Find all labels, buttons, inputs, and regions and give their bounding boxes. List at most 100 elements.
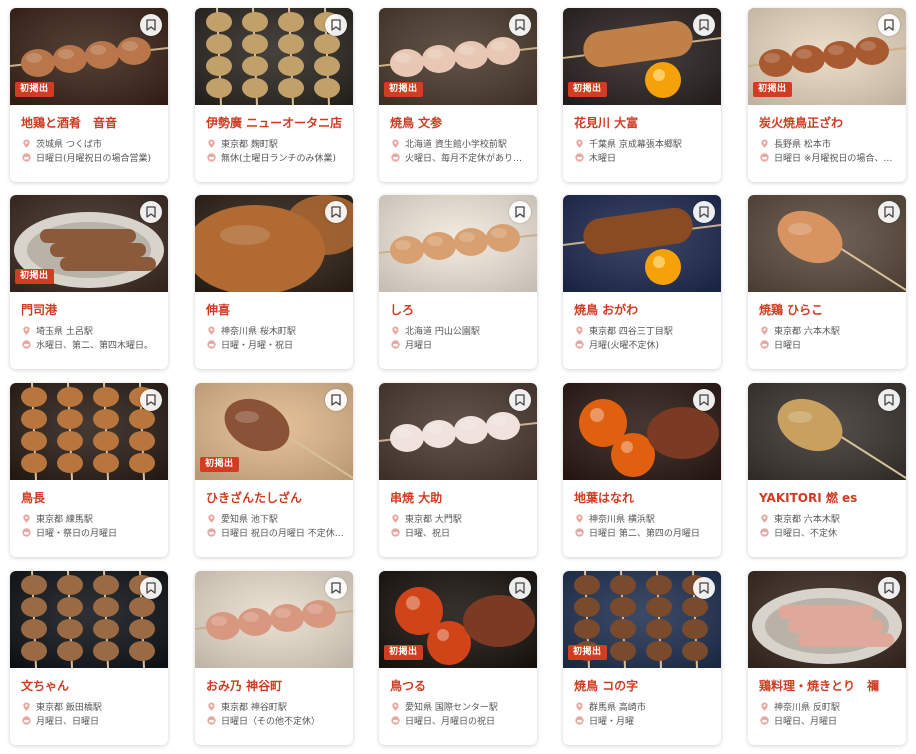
bookmark-icon[interactable] xyxy=(878,14,900,36)
restaurant-name[interactable]: 鳥つる xyxy=(390,679,532,693)
restaurant-location: 東京都 麹町駅 xyxy=(207,139,347,151)
restaurant-name[interactable]: ひきざんたしざん xyxy=(206,491,348,505)
restaurant-card[interactable]: 初掲出 炭火焼鳥正ざわ 長野県 松本市 日曜日 ※月曜祝日の場合、… xyxy=(748,8,906,182)
restaurant-card[interactable]: 地葉はなれ 神奈川県 横浜駅 日曜日 第二、第四の月曜日 xyxy=(563,383,721,557)
new-listing-badge: 初掲出 xyxy=(15,269,54,284)
restaurant-closed-days: 日曜日 ※月曜祝日の場合、… xyxy=(760,153,900,165)
bookmark-icon[interactable] xyxy=(509,14,531,36)
restaurant-card[interactable]: 初掲出 鳥つる 愛知県 国際センター駅 日曜日、月曜日の祝日 xyxy=(379,571,537,745)
bookmark-icon[interactable] xyxy=(693,389,715,411)
closed-days-text: 日曜・月曜 xyxy=(589,717,635,727)
restaurant-card[interactable]: 初掲出 ひきざんたしざん 愛知県 池下駅 日曜日 祝日の月曜日 不定休… xyxy=(195,383,353,557)
restaurant-name[interactable]: 焼鳥 おがわ xyxy=(574,303,716,317)
restaurant-card[interactable]: 焼鶏 ひらこ東京都 六本木駅日曜日 xyxy=(748,195,906,369)
restaurant-name[interactable]: 鶏料理・焼きとり 禰 xyxy=(759,679,901,693)
location-text: 埼玉県 土呂駅 xyxy=(36,327,93,337)
location-pin-icon xyxy=(207,326,216,335)
bookmark-icon[interactable] xyxy=(509,201,531,223)
restaurant-card[interactable]: 焼鳥 おがわ 東京都 四谷三丁目駅 月曜(火曜不定休) xyxy=(563,195,721,369)
restaurant-closed-days: 日曜日 xyxy=(760,340,900,352)
closed-days-text: 日曜日 祝日の月曜日 不定休… xyxy=(221,529,344,539)
restaurant-name[interactable]: 地鶏と酒肴 音音 xyxy=(21,116,163,130)
restaurant-name[interactable]: 門司港 xyxy=(21,303,163,317)
bookmark-icon[interactable] xyxy=(325,577,347,599)
bookmark-icon[interactable] xyxy=(140,577,162,599)
restaurant-name[interactable]: 焼鳥 文参 xyxy=(390,116,532,130)
closed-days-text: 水曜日、第二、第四木曜日。 xyxy=(36,341,154,351)
restaurant-name[interactable]: 鳥長 xyxy=(21,491,163,505)
closed-day-icon xyxy=(391,340,400,349)
bookmark-icon[interactable] xyxy=(325,201,347,223)
restaurant-name[interactable]: 花見川 大富 xyxy=(574,116,716,130)
restaurant-location: 長野県 松本市 xyxy=(760,139,900,151)
restaurant-location: 東京都 飯田橋駅 xyxy=(22,702,162,714)
restaurant-closed-days: 水曜日、第二、第四木曜日。 xyxy=(22,340,162,352)
restaurant-location: 愛知県 池下駅 xyxy=(207,514,347,526)
restaurant-name[interactable]: しろ xyxy=(390,303,532,317)
bookmark-icon[interactable] xyxy=(140,201,162,223)
bookmark-icon[interactable] xyxy=(693,201,715,223)
restaurant-name[interactable]: 焼鳥 コの字 xyxy=(574,679,716,693)
restaurant-card[interactable]: 初掲出 焼鳥 コの字 群馬県 高崎市 日曜・月曜 xyxy=(563,571,721,745)
bookmark-icon[interactable] xyxy=(878,389,900,411)
location-pin-icon xyxy=(391,139,400,148)
closed-days-text: 月曜日、日曜日 xyxy=(36,717,100,727)
restaurant-card[interactable]: おみ乃 神谷町 東京都 神谷町駅 日曜日（その他不定休） xyxy=(195,571,353,745)
restaurant-card[interactable]: 伊勢廣 ニューオータニ店東京都 麹町駅無休(土曜日ランチのみ休業) xyxy=(195,8,353,182)
restaurant-location: 東京都 大門駅 xyxy=(391,514,531,526)
restaurant-card[interactable]: 初掲出門司港埼玉県 土呂駅水曜日、第二、第四木曜日。 xyxy=(10,195,168,369)
bookmark-icon[interactable] xyxy=(878,201,900,223)
closed-day-icon xyxy=(760,153,769,162)
bookmark-icon[interactable] xyxy=(693,577,715,599)
restaurant-card[interactable]: 初掲出 焼鳥 文参 北海道 資生館小学校前駅 火曜日、毎月不定休があり… xyxy=(379,8,537,182)
restaurant-name[interactable]: おみ乃 神谷町 xyxy=(206,679,348,693)
restaurant-card[interactable]: 串焼 大助 東京都 大門駅 日曜、祝日 xyxy=(379,383,537,557)
location-pin-icon xyxy=(760,702,769,711)
restaurant-location: 千葉県 京成幕張本郷駅 xyxy=(575,139,715,151)
restaurant-card[interactable]: YAKITORI 燃 es 東京都 六本木駅 日曜日、不定休 xyxy=(748,383,906,557)
closed-days-text: 日曜日 第二、第四の月曜日 xyxy=(589,529,700,539)
restaurant-card[interactable]: 初掲出 地鶏と酒肴 音音 茨城県 つくば市 日曜日(月曜祝日の場合営業) xyxy=(10,8,168,182)
restaurant-name[interactable]: 焼鶏 ひらこ xyxy=(759,303,901,317)
restaurant-card[interactable]: 伸喜 神奈川県 桜木町駅 日曜・月曜・祝日 xyxy=(195,195,353,369)
bookmark-icon[interactable] xyxy=(509,577,531,599)
location-pin-icon xyxy=(575,139,584,148)
closed-day-icon xyxy=(760,528,769,537)
restaurant-location: 北海道 円山公園駅 xyxy=(391,326,531,338)
bookmark-icon[interactable] xyxy=(693,14,715,36)
restaurant-card[interactable]: 文ちゃん東京都 飯田橋駅月曜日、日曜日 xyxy=(10,571,168,745)
restaurant-closed-days: 日曜・月曜 xyxy=(575,716,715,728)
bookmark-icon[interactable] xyxy=(325,14,347,36)
location-text: 東京都 麹町駅 xyxy=(221,140,278,150)
bookmark-icon[interactable] xyxy=(509,389,531,411)
restaurant-card[interactable]: 鶏料理・焼きとり 禰神奈川県 反町駅 日曜日、月曜日 xyxy=(748,571,906,745)
location-text: 神奈川県 桜木町駅 xyxy=(221,327,296,337)
restaurant-name[interactable]: 串焼 大助 xyxy=(390,491,532,505)
location-pin-icon xyxy=(760,326,769,335)
restaurant-location: 東京都 練馬駅 xyxy=(22,514,162,526)
restaurant-name[interactable]: 伊勢廣 ニューオータニ店 xyxy=(206,116,348,130)
closed-day-icon xyxy=(22,340,31,349)
restaurant-name[interactable]: 炭火焼鳥正ざわ xyxy=(759,116,901,130)
new-listing-badge: 初掲出 xyxy=(568,82,607,97)
bookmark-icon[interactable] xyxy=(878,577,900,599)
restaurant-name[interactable]: YAKITORI 燃 es xyxy=(759,491,901,505)
bookmark-icon[interactable] xyxy=(325,389,347,411)
location-text: 東京都 神谷町駅 xyxy=(221,703,287,713)
restaurant-name[interactable]: 文ちゃん xyxy=(21,679,163,693)
restaurant-card[interactable]: 初掲出 花見川 大富 千葉県 京成幕張本郷駅 木曜日 xyxy=(563,8,721,182)
restaurant-location: 東京都 六本木駅 xyxy=(760,514,900,526)
restaurant-card[interactable]: 鳥長 東京都 練馬駅 日曜・祭日の月曜日 xyxy=(10,383,168,557)
restaurant-name[interactable]: 地葉はなれ xyxy=(574,491,716,505)
location-text: 群馬県 高崎市 xyxy=(589,703,646,713)
bookmark-icon[interactable] xyxy=(140,389,162,411)
location-text: 東京都 六本木駅 xyxy=(774,327,840,337)
closed-days-text: 無休(土曜日ランチのみ休業) xyxy=(221,154,337,164)
restaurant-card[interactable]: しろ 北海道 円山公園駅 月曜日 xyxy=(379,195,537,369)
location-pin-icon xyxy=(22,326,31,335)
restaurant-name[interactable]: 伸喜 xyxy=(206,303,348,317)
location-pin-icon xyxy=(207,139,216,148)
restaurant-closed-days: 日曜日 祝日の月曜日 不定休… xyxy=(207,528,347,540)
restaurant-location: 東京都 六本木駅 xyxy=(760,326,900,338)
bookmark-icon[interactable] xyxy=(140,14,162,36)
